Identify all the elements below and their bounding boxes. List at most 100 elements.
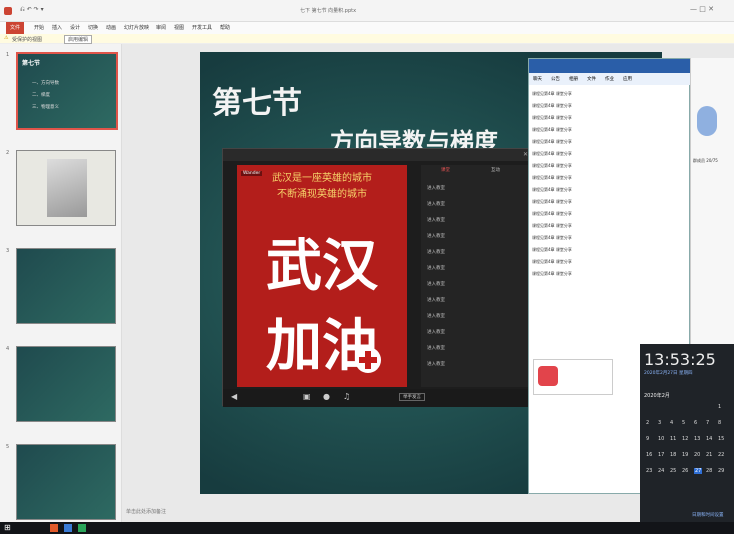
thumb-line: 三、物理意义	[32, 105, 59, 110]
attendance-list[interactable]: 课堂 互动 进入教室 进入教室 进入教室 进入教室 进入教室 进入教室 进入教室…	[421, 165, 535, 387]
calendar-day[interactable]: 23	[646, 468, 652, 474]
quick-access-toolbar[interactable]: ⎌ ↶ ↷ ▾	[20, 6, 44, 14]
clock-date[interactable]: 2020年2月27日 星期四	[644, 370, 692, 376]
calendar-day[interactable]: 28	[706, 468, 712, 474]
thumb-line: 一、方向导数	[32, 81, 59, 86]
tab-home[interactable]: 开始	[34, 24, 44, 31]
chat-tab[interactable]: 作业	[605, 76, 614, 82]
tab-design[interactable]: 设计	[70, 24, 80, 31]
tab-help[interactable]: 帮助	[220, 24, 230, 31]
calendar-day[interactable]: 9	[646, 436, 649, 442]
list-tab-interact[interactable]: 互动	[491, 167, 500, 173]
thumb-title: 第七节	[22, 60, 41, 67]
raise-hand-button[interactable]: 举手发言	[399, 393, 425, 401]
tab-review[interactable]: 审阅	[156, 24, 166, 31]
calendar-day[interactable]: 4	[670, 420, 673, 426]
calendar-day[interactable]: 5	[682, 420, 685, 426]
app-taskbar-icon[interactable]	[64, 524, 72, 532]
calendar-day[interactable]: 26	[682, 468, 688, 474]
calendar-day[interactable]: 10	[658, 436, 664, 442]
window-controls[interactable]: — □ ✕	[690, 5, 714, 13]
calendar-day[interactable]: 1	[718, 404, 721, 410]
calendar-day[interactable]: 17	[658, 452, 664, 458]
chat-message: 课程见第4章 课堂分享	[532, 139, 572, 144]
calendar-day[interactable]: 19	[682, 452, 688, 458]
slide-thumbnail-3[interactable]	[16, 248, 116, 324]
calendar-day[interactable]: 12	[682, 436, 688, 442]
tab-developer[interactable]: 开发工具	[192, 24, 212, 31]
chat-message: 课程见第4章 课堂分享	[532, 235, 572, 240]
notes-placeholder[interactable]: 单击此处添加备注	[126, 508, 166, 515]
ppt-taskbar-icon[interactable]	[50, 524, 58, 532]
chat-tab[interactable]: 公告	[551, 76, 560, 82]
calendar-day[interactable]: 24	[658, 468, 664, 474]
music-icon[interactable]: ♫	[343, 392, 350, 401]
tab-slideshow[interactable]: 幻灯片放映	[124, 24, 149, 31]
calendar-day[interactable]: 18	[670, 452, 676, 458]
calendar-day[interactable]: 27	[694, 468, 703, 474]
camera-icon[interactable]: ▣	[303, 392, 311, 401]
live-video-window[interactable]: ✕ 武汉是一座英雄的城市 不断涌现英雄的城市 武汉 加油 Wander 课堂 互…	[222, 148, 535, 407]
window-title: 七下 第七节 向量积.pptx	[300, 8, 357, 14]
calendar-day[interactable]: 16	[646, 452, 652, 458]
enable-editing-button[interactable]: 启用编辑	[64, 35, 93, 44]
tab-file[interactable]: 文件	[6, 22, 24, 34]
calendar-day[interactable]: 2	[646, 420, 649, 426]
windows-start-icon[interactable]: ⊞	[4, 523, 11, 532]
chat-message: 课程见第4章 课堂分享	[532, 127, 572, 132]
chat-message: 课程见第4章 课堂分享	[532, 175, 572, 180]
chat-message: 课程见第4章 课堂分享	[532, 103, 572, 108]
chat-tab[interactable]: 应用	[623, 76, 632, 82]
slide-thumbnail-2[interactable]	[16, 150, 116, 226]
calendar-day[interactable]: 21	[706, 452, 712, 458]
calendar-day[interactable]: 3	[658, 420, 661, 426]
calendar-day[interactable]: 15	[718, 436, 724, 442]
tab-animations[interactable]: 动画	[106, 24, 116, 31]
date-settings-link[interactable]: 日期和时间设置	[692, 512, 724, 518]
calendar-day[interactable]: 20	[694, 452, 700, 458]
mic-icon	[697, 106, 717, 136]
calendar-day[interactable]: 13	[694, 436, 700, 442]
chat-tabs: 聊天 公告 相册 文件 作业 应用	[529, 73, 691, 85]
member-panel[interactable]: 群成员 20/75	[690, 58, 734, 344]
calendar-month[interactable]: 2020年2月	[644, 392, 670, 399]
chat-message: 课程见第4章 课堂分享	[532, 151, 572, 156]
tab-insert[interactable]: 插入	[52, 24, 62, 31]
calendar-day[interactable]: 11	[670, 436, 676, 442]
banner-line-1: 武汉是一座英雄的城市	[272, 173, 372, 184]
calendar-day[interactable]: 25	[670, 468, 676, 474]
calendar-day[interactable]: 7	[706, 420, 709, 426]
shared-file-card[interactable]	[533, 359, 613, 395]
calendar-day[interactable]: 6	[694, 420, 697, 426]
thumb-photo	[47, 159, 87, 217]
file-icon	[538, 366, 558, 386]
slide-number: 1	[6, 52, 10, 58]
mic-icon[interactable]: ●	[323, 392, 330, 401]
list-item: 进入教室	[427, 282, 445, 287]
clock-calendar-popup[interactable]: 13:53:25 2020年2月27日 星期四 2020年2月 12345678…	[640, 344, 734, 524]
slide-thumbnail-4[interactable]	[16, 346, 116, 422]
list-item: 进入教室	[427, 202, 445, 207]
slide-thumbnail-5[interactable]	[16, 444, 116, 520]
calendar-grid[interactable]: 1 2 3 4 5 6 7 8 9 10 11 12 13 14 15 16 17 18 19 20 21 22 23 24 2…	[640, 404, 734, 504]
volume-icon[interactable]: ◀	[231, 392, 237, 401]
chat-tab[interactable]: 相册	[569, 76, 578, 82]
calendar-day[interactable]: 8	[718, 420, 721, 426]
chat-header	[529, 59, 691, 73]
calendar-day[interactable]: 22	[718, 452, 724, 458]
slide-thumbnail-1[interactable]: 第七节 一、方向导数 二、梯度 三、物理意义	[16, 52, 118, 130]
list-tab-lesson[interactable]: 课堂	[441, 167, 450, 173]
slide-number: 5	[6, 444, 10, 450]
chat-tab[interactable]: 文件	[587, 76, 596, 82]
thumbnail-pane[interactable]: 第七节 一、方向导数 二、梯度 三、物理意义 1 2 3 4 5	[0, 44, 122, 522]
red-cross-icon	[355, 347, 381, 373]
title-bar: ⎌ ↶ ↷ ▾ 七下 第七节 向量积.pptx — □ ✕	[0, 0, 734, 22]
tab-view[interactable]: 视图	[174, 24, 184, 31]
chat-tab[interactable]: 聊天	[533, 76, 542, 82]
video-controls: ◀ ▣ ● ♫ 举手发言	[223, 389, 535, 407]
app-taskbar-icon[interactable]	[78, 524, 86, 532]
list-item: 进入教室	[427, 186, 445, 191]
calendar-day[interactable]: 14	[706, 436, 712, 442]
calendar-day[interactable]: 29	[718, 468, 724, 474]
tab-transitions[interactable]: 切换	[88, 24, 98, 31]
